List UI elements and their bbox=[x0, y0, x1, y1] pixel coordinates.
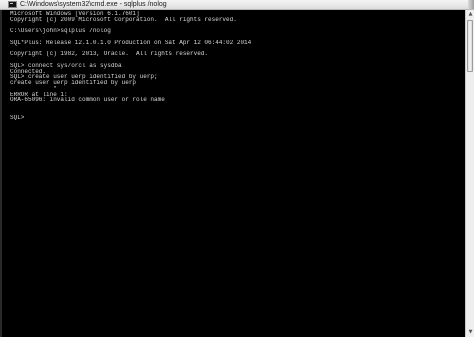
sql-prompt-line[interactable]: SQL> bbox=[10, 115, 465, 121]
title-bar[interactable]: C:\Windows\system32\cmd.exe - sqlplus /n… bbox=[0, 0, 474, 10]
vertical-scrollbar[interactable]: ▲ ▼ bbox=[465, 10, 474, 337]
window-left-border bbox=[0, 10, 2, 337]
cmd-window: C:\Windows\system32\cmd.exe - sqlplus /n… bbox=[0, 0, 474, 337]
window-title: C:\Windows\system32\cmd.exe - sqlplus /n… bbox=[20, 1, 167, 8]
arrow-down-icon[interactable]: ▼ bbox=[467, 329, 474, 336]
title-bar-edge bbox=[468, 0, 474, 9]
cmd-console-icon[interactable] bbox=[8, 1, 17, 8]
arrow-up-icon[interactable]: ▲ bbox=[467, 11, 474, 18]
console-output[interactable]: Microsoft Windows [Version 6.1.7601] Cop… bbox=[10, 11, 465, 333]
scroll-thumb[interactable] bbox=[467, 20, 473, 72]
